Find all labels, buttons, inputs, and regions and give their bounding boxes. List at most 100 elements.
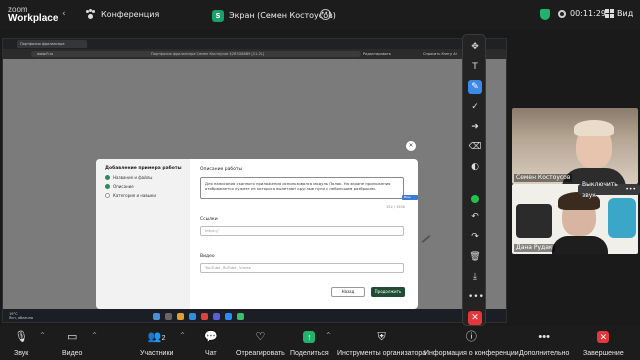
- annotator-cursor-tag: Ваш Кадик: [402, 195, 418, 204]
- start-icon[interactable]: [153, 313, 160, 320]
- more-button[interactable]: ••• Дополнительно: [519, 330, 569, 357]
- screen-badge: S: [212, 9, 224, 22]
- explorer-icon[interactable]: [177, 313, 184, 320]
- participant-shirt: [552, 236, 608, 254]
- pen-icon[interactable]: ✎: [468, 80, 482, 94]
- shield-icon[interactable]: [540, 9, 550, 20]
- search-icon[interactable]: [165, 313, 172, 320]
- shield-tools-icon: ⛨: [377, 331, 386, 343]
- end-icon: ✕: [583, 330, 624, 344]
- conference-button[interactable]: Конференция: [86, 9, 159, 19]
- video-label: Видео: [62, 350, 83, 357]
- zoom-icon[interactable]: [225, 313, 232, 320]
- continue-button[interactable]: Продолжить: [371, 287, 405, 297]
- logo-line2: Workplace: [8, 13, 59, 24]
- color-picker-icon[interactable]: [471, 195, 479, 203]
- participants-button[interactable]: 👥2 Участники: [140, 330, 173, 357]
- info-button[interactable]: ⓘ Информация о конференции: [424, 330, 519, 357]
- video-label: Видео: [200, 254, 215, 259]
- audio-label: Звук: [14, 350, 29, 357]
- paw-icon: [86, 9, 96, 19]
- share-button[interactable]: ↑ Поделиться: [290, 330, 329, 357]
- participants-label: Участники: [140, 350, 174, 357]
- camera-icon: ▭: [67, 331, 78, 343]
- participant-name: Дана Рудак: [514, 244, 555, 252]
- poster: [608, 198, 636, 238]
- more-icon[interactable]: •••: [468, 290, 484, 304]
- chevron-up-icon[interactable]: ^: [40, 332, 45, 339]
- edge-icon[interactable]: [189, 313, 196, 320]
- redo-icon[interactable]: ↷: [468, 230, 482, 244]
- chrome-icon[interactable]: [201, 313, 208, 320]
- info-label: Информация о конференции: [424, 350, 519, 357]
- app-icon[interactable]: [237, 313, 244, 320]
- checkmark-icon[interactable]: ✓: [468, 100, 482, 114]
- text-icon[interactable]: T: [468, 60, 482, 74]
- close-icon[interactable]: ✕: [468, 311, 482, 325]
- audio-button[interactable]: 🎙 Звук: [14, 330, 28, 357]
- step-2-label: Описание: [113, 184, 134, 189]
- chevron-left-icon[interactable]: ‹: [62, 9, 66, 19]
- participant-name: Семен Костоусов: [514, 174, 573, 182]
- links-label: Ссылки: [200, 217, 218, 222]
- chevron-up-icon[interactable]: ^: [92, 332, 97, 339]
- info-icon: ⓘ: [465, 331, 477, 343]
- end-label: Завершение: [583, 350, 624, 357]
- steps-title: Добавление примера работы: [105, 166, 182, 171]
- heart-icon: ♡: [255, 331, 266, 343]
- browser-tab[interactable]: Портфолио фрилансера: [17, 40, 87, 48]
- check-icon: [105, 184, 110, 189]
- move-icon[interactable]: ✥: [468, 40, 482, 54]
- step-3[interactable]: Категория и навыки: [105, 193, 156, 198]
- more-options-icon[interactable]: •••: [320, 9, 332, 20]
- view-button[interactable]: Вид: [605, 9, 633, 18]
- participant-hair: [574, 120, 614, 136]
- zoom-bottom-bar: 🎙 Звук ^ ▭ Видео ^ 👥2 Участники ^ 💬 Чат …: [0, 326, 640, 360]
- zoom-logo: zoom Workplace: [8, 5, 59, 24]
- bookmark-edit[interactable]: Редактировать: [363, 51, 391, 57]
- weather-widget[interactable]: 19°C Ясн, облачно: [9, 312, 33, 320]
- eraser-icon[interactable]: ⌫: [468, 140, 482, 154]
- undo-icon[interactable]: ↶: [468, 210, 482, 224]
- links-input[interactable]: https://: [200, 226, 404, 236]
- poster: [516, 204, 552, 238]
- record-icon: [558, 9, 566, 18]
- bookmark-ai[interactable]: Спросить Кэнгу AI: [423, 51, 457, 57]
- save-icon[interactable]: ⤓: [468, 270, 482, 284]
- video-input[interactable]: YouTube, RuTube, Vimeo: [200, 263, 404, 273]
- browser-tab-strip: Портфолио фрилансера: [3, 39, 506, 49]
- mute-tip-label: Выключить звук: [582, 180, 618, 199]
- react-button[interactable]: ♡ Отреагировать: [236, 330, 285, 357]
- add-work-modal: Добавление примера работы Название и фай…: [96, 159, 418, 309]
- host-tools-button[interactable]: ⛨ Инструменты организатора: [337, 330, 426, 357]
- shared-screen: Портфолио фрилансера www.fl.ru Портфолио…: [2, 38, 507, 323]
- check-icon: [105, 175, 110, 180]
- more-label: Дополнительно: [519, 350, 570, 357]
- video-button[interactable]: ▭ Видео: [62, 330, 82, 357]
- chevron-up-icon[interactable]: ^: [180, 332, 185, 339]
- page-title-text: Портфолио фрилансера Семен Костоусов $2R…: [151, 52, 265, 56]
- share-icon: ↑: [290, 330, 329, 344]
- description-textarea[interactable]: Для написания сканного приложения исполь…: [200, 177, 404, 199]
- mute-tooltip[interactable]: Выключить звук •••: [578, 181, 640, 199]
- spotlight-icon[interactable]: ◐: [468, 160, 482, 174]
- back-button[interactable]: Назад: [331, 287, 365, 297]
- clear-icon[interactable]: 🗑: [468, 250, 482, 264]
- chat-button[interactable]: 💬 Чат: [204, 330, 218, 357]
- close-modal-icon[interactable]: ×: [406, 141, 416, 151]
- chevron-up-icon[interactable]: ^: [326, 332, 331, 339]
- arrow-icon[interactable]: ➜: [468, 120, 482, 134]
- browser-address-bar: www.fl.ru Портфолио фрилансера Семен Кос…: [3, 49, 506, 59]
- step-3-label: Категория и навыки: [113, 193, 156, 198]
- screen-share-indicator[interactable]: S Экран (Семен Костоусов): [212, 8, 336, 23]
- step-2[interactable]: Описание: [105, 184, 134, 189]
- grid-icon: [605, 9, 614, 18]
- app-icon[interactable]: [213, 313, 220, 320]
- video-tile-1[interactable]: Семен Костоусов: [512, 108, 638, 184]
- annotation-toolbar: ✥ T ✎ ✓ ➜ ⌫ ◐ ↶ ↷ 🗑 ⤓ ••• ✕: [462, 34, 486, 326]
- description-label: Описание работы: [200, 167, 243, 172]
- step-1-label: Название и файлы: [113, 175, 153, 180]
- step-1[interactable]: Название и файлы: [105, 175, 152, 180]
- end-button[interactable]: ✕ Завершение: [583, 330, 624, 357]
- participants-count: 2: [161, 335, 166, 342]
